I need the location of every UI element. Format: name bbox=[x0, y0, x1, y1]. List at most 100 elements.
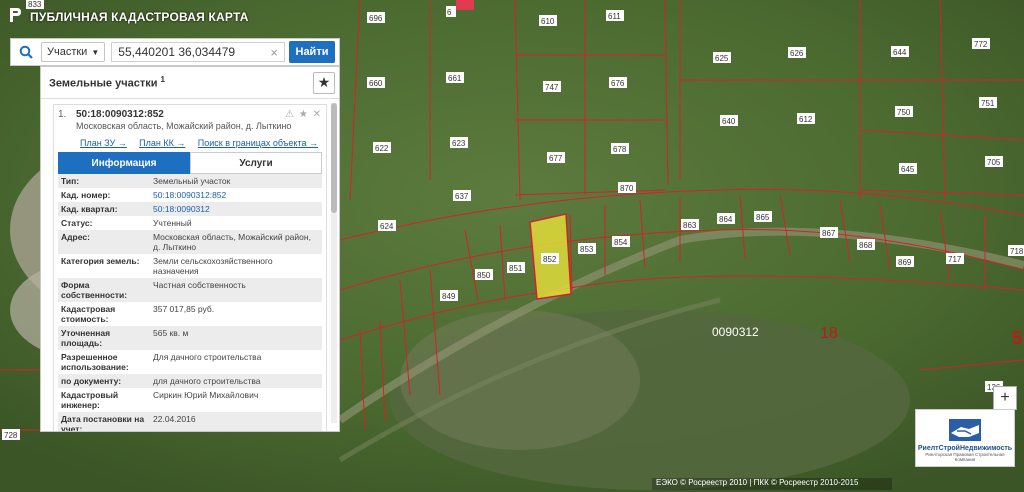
search-icon[interactable] bbox=[11, 38, 41, 66]
svg-text:869: 869 bbox=[898, 258, 912, 267]
attribute-key: Категория земель: bbox=[61, 256, 140, 266]
svg-text:751: 751 bbox=[981, 99, 995, 108]
copyright-footer: ЕЭКО © Росреестр 2010 | ПКК © Росреестр … bbox=[652, 478, 892, 490]
category-select[interactable]: Участки ▼ bbox=[41, 42, 106, 62]
region-label: 5 bbox=[1012, 328, 1022, 348]
results-list[interactable]: 1. 50:18:0090312:852 ⚠ ★ ✕ Московская об… bbox=[41, 100, 339, 431]
tab-information[interactable]: Информация bbox=[58, 152, 190, 174]
svg-text:610: 610 bbox=[541, 17, 555, 26]
svg-text:867: 867 bbox=[822, 229, 836, 238]
handshake-icon bbox=[949, 419, 981, 441]
attribute-key: Кад. квартал: bbox=[58, 202, 150, 216]
attribute-value: 357 017,85 руб. bbox=[153, 304, 215, 314]
svg-text:677: 677 bbox=[549, 154, 563, 163]
district-label: 18 bbox=[820, 325, 838, 342]
svg-text:611: 611 bbox=[608, 12, 621, 21]
table-row: Статус: Учтенный bbox=[58, 216, 322, 230]
svg-text:865: 865 bbox=[756, 213, 770, 222]
warning-icon[interactable]: ⚠ ★ ✕ bbox=[285, 109, 322, 120]
attribute-value: Частная собственность bbox=[150, 278, 322, 302]
svg-text:854: 854 bbox=[614, 238, 628, 247]
attribute-key: Адрес: bbox=[58, 230, 150, 254]
panel-heading: Земельные участки bbox=[49, 77, 158, 90]
table-row: Кадастровая стоимость: 357 017,85 руб. bbox=[58, 302, 322, 326]
svg-text:661: 661 bbox=[448, 74, 462, 83]
attribute-key: Разрешенное использование: bbox=[61, 352, 129, 372]
attribute-value: 22.04.2016 bbox=[150, 412, 322, 431]
item-cadastral-number[interactable]: 50:18:0090312:852 bbox=[76, 109, 285, 120]
attribute-key: Кадастровый инженер: bbox=[61, 390, 119, 410]
link-plan-zu[interactable]: План ЗУ → bbox=[80, 138, 127, 148]
list-item[interactable]: 1. 50:18:0090312:852 ⚠ ★ ✕ Московская об… bbox=[53, 104, 327, 431]
svg-text:622: 622 bbox=[375, 144, 389, 153]
item-links: План ЗУ → План КК → Поиск в границах объ… bbox=[80, 138, 318, 148]
table-row: Кад. квартал: 50:18:0090312 bbox=[58, 202, 322, 216]
table-row: Адрес: Московская область, Можайский райо… bbox=[58, 230, 322, 254]
attribute-key: Кадастровая стоимость: bbox=[61, 304, 116, 324]
zoom-in-button[interactable]: + bbox=[993, 386, 1017, 410]
search-query: 55,440201 36,034479 bbox=[118, 45, 236, 59]
scrollbar-thumb[interactable] bbox=[331, 103, 337, 213]
info-tabs: Информация Услуги bbox=[58, 152, 322, 174]
attribute-value: Сиркин Юрий Михайлович bbox=[153, 390, 259, 400]
favorites-button[interactable]: ★ bbox=[313, 71, 335, 94]
table-row: Кад. номер: 50:18:0090312:852 bbox=[58, 188, 322, 202]
category-label: Участки bbox=[47, 46, 88, 58]
attribute-value: Московская область, Можайский район, д. … bbox=[150, 230, 322, 254]
attribute-value: 565 кв. м bbox=[150, 326, 322, 350]
app-title: ПУБЛИЧНАЯ КАДАСТРОВАЯ КАРТА bbox=[30, 10, 249, 24]
attribute-key: Кад. номер: bbox=[61, 190, 111, 200]
svg-text:750: 750 bbox=[897, 108, 911, 117]
table-row: Дата постановки на учет: 22.04.2016 bbox=[58, 412, 322, 431]
svg-text:626: 626 bbox=[790, 49, 804, 58]
attribute-value: Учтенный bbox=[153, 218, 192, 228]
logo-icon bbox=[8, 7, 22, 28]
table-row: по документу: для дачного строительства bbox=[58, 374, 322, 388]
attribute-value: Земли сельскохозяйственного назначения bbox=[153, 256, 273, 276]
item-address: Московская область, Можайский район, д. … bbox=[76, 121, 292, 131]
link-plan-kk[interactable]: План КК → bbox=[139, 138, 185, 148]
clear-icon[interactable]: × bbox=[270, 45, 278, 60]
tab-services[interactable]: Услуги bbox=[190, 152, 322, 174]
search-input[interactable]: 55,440201 36,034479 × bbox=[111, 42, 285, 62]
attributes-table: Тип: Земельный участок Кад. номер: 50:18:00… bbox=[58, 174, 322, 431]
svg-text:853: 853 bbox=[580, 245, 594, 254]
svg-text:6: 6 bbox=[447, 8, 452, 17]
svg-text:864: 864 bbox=[719, 215, 733, 224]
svg-text:851: 851 bbox=[509, 264, 523, 273]
attribute-value[interactable]: 50:18:0090312:852 bbox=[150, 188, 322, 202]
svg-text:850: 850 bbox=[477, 271, 491, 280]
attribute-key: по документу: bbox=[58, 374, 150, 388]
result-count: 1 bbox=[160, 75, 165, 85]
item-number: 1. bbox=[58, 109, 67, 120]
results-panel: Земельные участки 1 ★ 1. 50:18:0090312:8… bbox=[40, 66, 340, 432]
app-header: ПУБЛИЧНАЯ КАДАСТРОВАЯ КАРТА bbox=[0, 0, 260, 34]
svg-text:718: 718 bbox=[1010, 247, 1024, 256]
attribute-key: Форма собственности: bbox=[58, 278, 150, 302]
link-search-bounds[interactable]: Поиск в границах объекта → bbox=[198, 138, 318, 148]
table-row: Кадастровый инженер: Сиркин Юрий Михайлов… bbox=[58, 388, 322, 412]
svg-text:696: 696 bbox=[369, 14, 383, 23]
table-row: Уточненная площадь: 565 кв. м bbox=[58, 326, 322, 350]
svg-text:625: 625 bbox=[715, 54, 729, 63]
svg-text:772: 772 bbox=[974, 40, 988, 49]
marker-pin bbox=[456, 0, 474, 10]
svg-text:640: 640 bbox=[722, 117, 736, 126]
svg-text:612: 612 bbox=[799, 115, 813, 124]
svg-text:678: 678 bbox=[613, 145, 627, 154]
company-name: РиелтСтройНедвижимость bbox=[917, 445, 1013, 452]
attribute-key: Уточненная площадь: bbox=[58, 326, 150, 350]
svg-text:624: 624 bbox=[380, 222, 394, 231]
svg-text:623: 623 bbox=[452, 139, 466, 148]
svg-text:637: 637 bbox=[455, 192, 469, 201]
search-button[interactable]: Найти bbox=[289, 41, 335, 63]
attribute-value: Земельный участок bbox=[150, 174, 322, 188]
attribute-value[interactable]: 50:18:0090312 bbox=[150, 202, 322, 216]
table-row: Форма собственности: Частная собственност… bbox=[58, 278, 322, 302]
svg-text:644: 644 bbox=[893, 48, 907, 57]
panel-scrollbar[interactable] bbox=[331, 103, 337, 423]
table-row: Тип: Земельный участок bbox=[58, 174, 322, 188]
svg-text:717: 717 bbox=[948, 255, 962, 264]
attribute-value: для дачного строительства bbox=[150, 374, 322, 388]
attribute-key: Тип: bbox=[58, 174, 150, 188]
